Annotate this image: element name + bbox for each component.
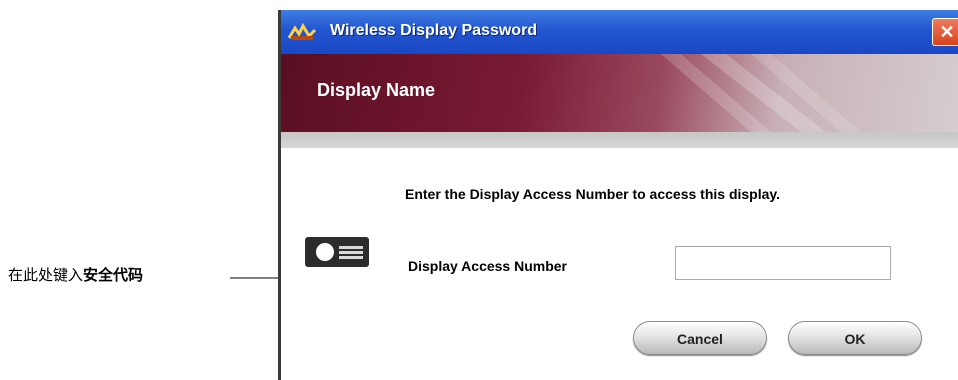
display-name-heading: Display Name [317,80,436,100]
instructions-text: Enter the Display Access Number to acces… [405,186,781,202]
header-banner: Display Name [281,54,958,132]
callout-text-normal: 在此处键入 [8,266,84,284]
title-bar: Wireless Display Password ✕ [281,10,958,54]
window-title: Wireless Display Password [330,22,538,39]
cancel-button[interactable]: Cancel [633,321,767,355]
projector-icon [305,235,369,274]
divider-strip [281,132,958,148]
access-number-input[interactable] [675,246,891,280]
password-dialog-window: Wireless Display Password ✕ Display Name… [278,10,958,380]
ok-button[interactable]: OK [788,321,922,355]
callout-label: 在此处键入安全代码 [8,264,143,285]
close-icon: ✕ [939,22,955,42]
close-button[interactable]: ✕ [932,18,958,46]
access-number-label: Display Access Number [408,258,567,274]
wireless-display-icon [287,22,317,47]
callout-text-bold: 安全代码 [83,266,144,284]
